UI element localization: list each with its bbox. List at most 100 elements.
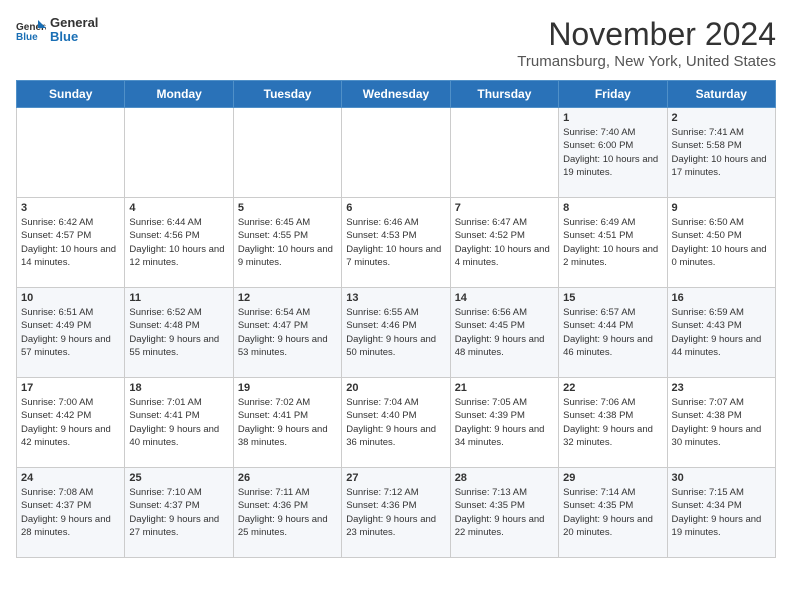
day-number: 29 — [563, 472, 662, 484]
calendar-cell: 1 Sunrise: 7:40 AM Sunset: 6:00 PM Daylig… — [559, 108, 667, 198]
calendar-cell: 4 Sunrise: 6:44 AM Sunset: 4:56 PM Daylig… — [125, 198, 233, 288]
month-title: November 2024 — [517, 16, 776, 53]
calendar-cell: 9 Sunrise: 6:50 AM Sunset: 4:50 PM Daylig… — [667, 198, 775, 288]
title-area: November 2024 Trumansburg, New York, Uni… — [517, 16, 776, 70]
day-number: 15 — [563, 292, 662, 304]
calendar-cell: 28 Sunrise: 7:13 AM Sunset: 4:35 PM Dayli… — [450, 468, 558, 558]
weekday-header-row: SundayMondayTuesdayWednesdayThursdayFrid… — [17, 81, 776, 108]
day-info: Sunrise: 6:51 AM Sunset: 4:49 PM Dayligh… — [21, 306, 120, 359]
calendar-week-row: 17 Sunrise: 7:00 AM Sunset: 4:42 PM Dayli… — [17, 378, 776, 468]
day-info: Sunrise: 6:59 AM Sunset: 4:43 PM Dayligh… — [672, 306, 771, 359]
day-info: Sunrise: 6:50 AM Sunset: 4:50 PM Dayligh… — [672, 216, 771, 269]
calendar-cell: 21Sunrise: 7:05 AM Sunset: 4:39 PM Dayli… — [450, 378, 558, 468]
calendar-cell — [342, 108, 450, 198]
calendar-cell: 26 Sunrise: 7:11 AM Sunset: 4:36 PM Dayli… — [233, 468, 341, 558]
day-number: 24 — [21, 472, 120, 484]
day-info: Sunrise: 6:56 AM Sunset: 4:45 PM Dayligh… — [455, 306, 554, 359]
day-number: 30 — [672, 472, 771, 484]
calendar-cell: 13Sunrise: 6:55 AM Sunset: 4:46 PM Dayli… — [342, 288, 450, 378]
day-info: Sunrise: 7:14 AM Sunset: 4:35 PM Dayligh… — [563, 486, 662, 539]
location: Trumansburg, New York, United States — [517, 53, 776, 70]
day-info: Sunrise: 7:41 AM Sunset: 5:58 PM Dayligh… — [672, 126, 771, 179]
calendar-cell: 24 Sunrise: 7:08 AM Sunset: 4:37 PM Dayli… — [17, 468, 125, 558]
day-number: 17 — [21, 382, 120, 394]
day-info: Sunrise: 7:02 AM Sunset: 4:41 PM Dayligh… — [238, 396, 337, 449]
weekday-header-wednesday: Wednesday — [342, 81, 450, 108]
day-number: 13 — [346, 292, 445, 304]
calendar-cell: 25 Sunrise: 7:10 AM Sunset: 4:37 PM Dayli… — [125, 468, 233, 558]
calendar-cell — [450, 108, 558, 198]
day-info: Sunrise: 7:07 AM Sunset: 4:38 PM Dayligh… — [672, 396, 771, 449]
day-info: Sunrise: 6:42 AM Sunset: 4:57 PM Dayligh… — [21, 216, 120, 269]
day-number: 21 — [455, 382, 554, 394]
day-info: Sunrise: 6:57 AM Sunset: 4:44 PM Dayligh… — [563, 306, 662, 359]
svg-text:Blue: Blue — [16, 32, 38, 42]
logo: General Blue General Blue — [16, 16, 98, 45]
weekday-header-sunday: Sunday — [17, 81, 125, 108]
day-info: Sunrise: 7:11 AM Sunset: 4:36 PM Dayligh… — [238, 486, 337, 539]
day-number: 8 — [563, 202, 662, 214]
day-info: Sunrise: 7:10 AM Sunset: 4:37 PM Dayligh… — [129, 486, 228, 539]
day-number: 6 — [346, 202, 445, 214]
day-number: 3 — [21, 202, 120, 214]
day-number: 22 — [563, 382, 662, 394]
day-number: 1 — [563, 112, 662, 124]
day-info: Sunrise: 6:46 AM Sunset: 4:53 PM Dayligh… — [346, 216, 445, 269]
calendar-header: SundayMondayTuesdayWednesdayThursdayFrid… — [17, 81, 776, 108]
day-info: Sunrise: 6:45 AM Sunset: 4:55 PM Dayligh… — [238, 216, 337, 269]
day-info: Sunrise: 6:44 AM Sunset: 4:56 PM Dayligh… — [129, 216, 228, 269]
day-number: 23 — [672, 382, 771, 394]
weekday-header-friday: Friday — [559, 81, 667, 108]
calendar-cell: 11 Sunrise: 6:52 AM Sunset: 4:48 PM Dayli… — [125, 288, 233, 378]
calendar-cell: 5 Sunrise: 6:45 AM Sunset: 4:55 PM Daylig… — [233, 198, 341, 288]
calendar-cell: 6 Sunrise: 6:46 AM Sunset: 4:53 PM Daylig… — [342, 198, 450, 288]
day-number: 11 — [129, 292, 228, 304]
day-number: 25 — [129, 472, 228, 484]
calendar-week-row: 3 Sunrise: 6:42 AM Sunset: 4:57 PM Daylig… — [17, 198, 776, 288]
day-info: Sunrise: 7:00 AM Sunset: 4:42 PM Dayligh… — [21, 396, 120, 449]
calendar-cell — [233, 108, 341, 198]
calendar-cell: 16 Sunrise: 6:59 AM Sunset: 4:43 PM Dayli… — [667, 288, 775, 378]
calendar-cell: 8Sunrise: 6:49 AM Sunset: 4:51 PM Daylig… — [559, 198, 667, 288]
calendar-body: 1 Sunrise: 7:40 AM Sunset: 6:00 PM Daylig… — [17, 108, 776, 558]
calendar-week-row: 1 Sunrise: 7:40 AM Sunset: 6:00 PM Daylig… — [17, 108, 776, 198]
calendar-cell: 22Sunrise: 7:06 AM Sunset: 4:38 PM Dayli… — [559, 378, 667, 468]
calendar-cell — [17, 108, 125, 198]
calendar-cell: 2 Sunrise: 7:41 AM Sunset: 5:58 PM Daylig… — [667, 108, 775, 198]
calendar-cell: 29 Sunrise: 7:14 AM Sunset: 4:35 PM Dayli… — [559, 468, 667, 558]
day-info: Sunrise: 7:08 AM Sunset: 4:37 PM Dayligh… — [21, 486, 120, 539]
day-number: 9 — [672, 202, 771, 214]
day-number: 7 — [455, 202, 554, 214]
day-number: 10 — [21, 292, 120, 304]
calendar-cell: 30 Sunrise: 7:15 AM Sunset: 4:34 PM Dayli… — [667, 468, 775, 558]
day-info: Sunrise: 7:01 AM Sunset: 4:41 PM Dayligh… — [129, 396, 228, 449]
calendar-cell: 27Sunrise: 7:12 AM Sunset: 4:36 PM Dayli… — [342, 468, 450, 558]
day-number: 28 — [455, 472, 554, 484]
day-number: 26 — [238, 472, 337, 484]
day-info: Sunrise: 7:15 AM Sunset: 4:34 PM Dayligh… — [672, 486, 771, 539]
day-info: Sunrise: 6:52 AM Sunset: 4:48 PM Dayligh… — [129, 306, 228, 359]
weekday-header-thursday: Thursday — [450, 81, 558, 108]
calendar-cell — [125, 108, 233, 198]
weekday-header-tuesday: Tuesday — [233, 81, 341, 108]
logo-blue-text: Blue — [50, 30, 98, 44]
day-info: Sunrise: 7:13 AM Sunset: 4:35 PM Dayligh… — [455, 486, 554, 539]
calendar-cell: 10 Sunrise: 6:51 AM Sunset: 4:49 PM Dayli… — [17, 288, 125, 378]
calendar-week-row: 10 Sunrise: 6:51 AM Sunset: 4:49 PM Dayli… — [17, 288, 776, 378]
header: General Blue General Blue November 2024 … — [16, 16, 776, 70]
calendar-table: SundayMondayTuesdayWednesdayThursdayFrid… — [16, 80, 776, 558]
day-number: 2 — [672, 112, 771, 124]
weekday-header-monday: Monday — [125, 81, 233, 108]
day-info: Sunrise: 6:47 AM Sunset: 4:52 PM Dayligh… — [455, 216, 554, 269]
day-number: 14 — [455, 292, 554, 304]
day-info: Sunrise: 7:40 AM Sunset: 6:00 PM Dayligh… — [563, 126, 662, 179]
day-number: 4 — [129, 202, 228, 214]
logo-icon: General Blue — [16, 18, 46, 42]
day-number: 18 — [129, 382, 228, 394]
weekday-header-saturday: Saturday — [667, 81, 775, 108]
day-number: 27 — [346, 472, 445, 484]
day-number: 16 — [672, 292, 771, 304]
day-info: Sunrise: 7:04 AM Sunset: 4:40 PM Dayligh… — [346, 396, 445, 449]
day-number: 5 — [238, 202, 337, 214]
calendar-cell: 19Sunrise: 7:02 AM Sunset: 4:41 PM Dayli… — [233, 378, 341, 468]
